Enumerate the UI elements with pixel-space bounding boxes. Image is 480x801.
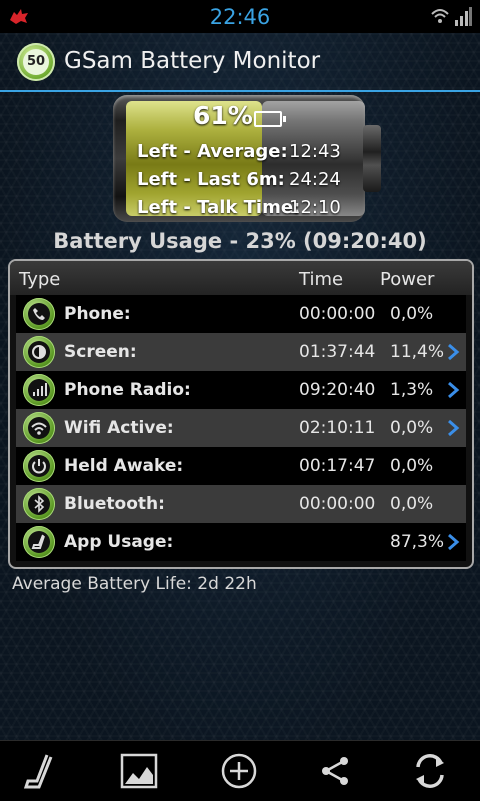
row-power: 0,0% <box>390 456 434 476</box>
left-average-label: Left - Average: <box>137 141 288 162</box>
left-talktime-label: Left - Talk Time: <box>137 197 301 218</box>
row-label: Wifi Active: <box>64 418 174 438</box>
status-time: 22:46 <box>209 5 271 29</box>
header-power: Power <box>380 269 435 290</box>
row-bluetooth[interactable]: Bluetooth: 00:00:00 0,0% <box>16 485 466 523</box>
app-usage-icon <box>23 754 53 789</box>
row-label: Held Awake: <box>64 456 184 476</box>
row-power: 1,3% <box>390 380 434 400</box>
app-usage-icon <box>23 526 55 558</box>
chevron-right-icon[interactable] <box>446 418 460 438</box>
row-phone-radio[interactable]: Phone Radio: 09:20:40 1,3% <box>16 371 466 409</box>
status-bar: 22:46 <box>0 0 480 33</box>
left-average-value: 12:43 <box>289 141 341 162</box>
usage-table: Type Time Power Phone: 00:00:00 0,0% Scr… <box>8 259 474 569</box>
app-logo[interactable]: 50 <box>17 43 55 81</box>
title-divider <box>0 90 480 92</box>
row-power: 0,0% <box>390 494 434 514</box>
row-power: 11,4% <box>390 342 445 362</box>
share-button[interactable] <box>313 749 357 793</box>
row-time: 01:37:44 <box>299 342 376 362</box>
app-logo-badge: 50 <box>23 49 49 75</box>
app-usage-button[interactable] <box>17 749 61 793</box>
screen-icon <box>23 336 55 368</box>
row-power: 87,3% <box>390 532 445 552</box>
phone-icon <box>23 298 55 330</box>
power-icon <box>23 450 55 482</box>
row-time: 00:00:00 <box>299 494 376 514</box>
battery-usage-title: Battery Usage - 23% (09:20:40) <box>53 229 427 253</box>
share-icon <box>322 757 348 785</box>
row-wifi-active[interactable]: Wifi Active: 02:10:11 0,0% <box>16 409 466 447</box>
row-time: 02:10:11 <box>299 418 376 438</box>
add-icon <box>221 753 257 789</box>
left-talktime-value: 12:10 <box>289 197 341 218</box>
refresh-button[interactable] <box>408 749 452 793</box>
row-time: 09:20:40 <box>299 380 376 400</box>
chevron-right-icon[interactable] <box>446 532 460 552</box>
row-time: 00:17:47 <box>299 456 376 476</box>
signal-wifi-icons <box>431 7 472 26</box>
battery-percent: 61% <box>193 101 253 130</box>
row-phone[interactable]: Phone: 00:00:00 0,0% <box>16 295 466 333</box>
left-last6m-value: 24:24 <box>289 169 341 190</box>
battery-terminal <box>363 125 381 192</box>
row-label: App Usage: <box>64 532 174 552</box>
chevron-right-icon[interactable] <box>446 380 460 400</box>
row-label: Bluetooth: <box>64 494 165 514</box>
battery-gauge[interactable]: 61% Left - Average: 12:43 Left - Last 6m… <box>113 95 381 222</box>
graph-icon <box>120 753 158 789</box>
bluetooth-icon <box>23 488 55 520</box>
row-power: 0,0% <box>390 304 434 324</box>
app-title: GSam Battery Monitor <box>64 48 321 74</box>
refresh-icon <box>416 754 444 788</box>
left-last6m-label: Left - Last 6m: <box>137 169 285 190</box>
graph-button[interactable] <box>117 749 161 793</box>
row-app-usage[interactable]: App Usage: 87,3% <box>16 523 466 561</box>
signal-icon <box>23 374 55 406</box>
header-time: Time <box>299 269 344 290</box>
row-power: 0,0% <box>390 418 434 438</box>
table-header: Type Time Power <box>10 261 472 295</box>
row-held-awake[interactable]: Held Awake: 00:17:47 0,0% <box>16 447 466 485</box>
average-battery-life: Average Battery Life: 2d 22h <box>12 574 257 594</box>
bottom-action-bar <box>0 740 480 801</box>
add-button[interactable] <box>217 749 261 793</box>
row-label: Screen: <box>64 342 137 362</box>
row-label: Phone: <box>64 304 131 324</box>
row-time: 00:00:00 <box>299 304 376 324</box>
row-label: Phone Radio: <box>64 380 191 400</box>
chevron-right-icon[interactable] <box>446 342 460 362</box>
wifi-icon <box>23 412 55 444</box>
row-screen[interactable]: Screen: 01:37:44 11,4% <box>16 333 466 371</box>
header-type: Type <box>19 269 61 290</box>
battery-icon <box>254 111 286 127</box>
